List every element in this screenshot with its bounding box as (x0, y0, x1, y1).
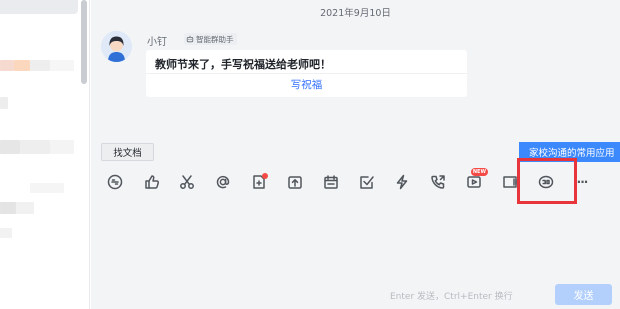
find-document-button[interactable]: 找文档 (101, 143, 154, 161)
card-divider (146, 73, 467, 74)
notification-dot (262, 173, 268, 179)
schedule-button[interactable] (321, 172, 341, 192)
task-button[interactable] (357, 172, 377, 192)
card-title: 教师节来了，手写祝福送给老师吧！ (155, 58, 331, 71)
link-icon (107, 174, 123, 190)
send-button[interactable]: 发送 (555, 284, 612, 305)
blurred-conversation-item[interactable] (20, 140, 50, 154)
highlight-box (517, 158, 577, 204)
blurred-conversation-item[interactable] (0, 140, 20, 154)
new-file-button[interactable] (249, 172, 269, 192)
assistant-avatar-icon (101, 31, 132, 62)
at-icon (216, 175, 230, 189)
assistant-badge: 智能群助手 (184, 33, 237, 45)
lightning-icon (396, 174, 408, 190)
blurred-conversation-item[interactable] (0, 60, 14, 71)
badge-label: 智能群助手 (196, 34, 234, 44)
new-badge: NEW (470, 168, 488, 176)
blurred-conversation-item[interactable] (0, 228, 12, 238)
upload-file-button[interactable] (285, 172, 305, 192)
screenshot-button[interactable] (177, 172, 197, 192)
phone-icon (431, 175, 445, 189)
write-greeting-link[interactable]: 写祝福 (146, 77, 467, 92)
robot-icon (186, 35, 194, 43)
blurred-conversation-item[interactable] (0, 97, 8, 109)
ding-button[interactable] (392, 172, 412, 192)
message-card: 教师节来了，手写祝福送给老师吧！ 写祝福 (146, 50, 467, 97)
chat-panel: 2021年9月10日 小钉 智能群助手 教师节来了，手写祝福送给老师吧！ 写祝福… (91, 0, 620, 309)
date-separator: 2021年9月10日 (320, 8, 391, 19)
avatar[interactable] (101, 31, 132, 62)
like-button[interactable] (142, 172, 162, 192)
more-icon: ··· (576, 175, 589, 189)
blurred-conversation-item[interactable] (14, 60, 30, 71)
thumbs-up-icon (145, 175, 160, 189)
checkbox-icon (360, 176, 374, 189)
video-play-icon (467, 176, 481, 188)
blurred-conversation-item[interactable] (30, 60, 50, 71)
call-button[interactable] (428, 172, 448, 192)
schedule-icon (324, 175, 338, 189)
conversation-sidebar (0, 0, 90, 309)
blurred-conversation-item[interactable] (50, 140, 74, 154)
upload-icon (288, 176, 302, 189)
blurred-conversation-item[interactable] (30, 183, 64, 193)
send-hint: Enter 发送，Ctrl+Enter 换行 (390, 292, 513, 302)
blurred-conversation-item[interactable] (0, 202, 16, 214)
sidebar-selected-item[interactable] (0, 0, 78, 14)
live-icon (503, 176, 517, 188)
link-button[interactable] (105, 172, 125, 192)
video-button[interactable]: NEW (464, 168, 488, 192)
mention-button[interactable] (213, 172, 233, 192)
blurred-conversation-item[interactable] (16, 202, 34, 214)
blurred-conversation-item[interactable] (50, 60, 74, 71)
scissors-icon (180, 175, 194, 189)
sender-name: 小钉 (147, 37, 167, 48)
sidebar-scrollbar[interactable] (81, 0, 87, 84)
